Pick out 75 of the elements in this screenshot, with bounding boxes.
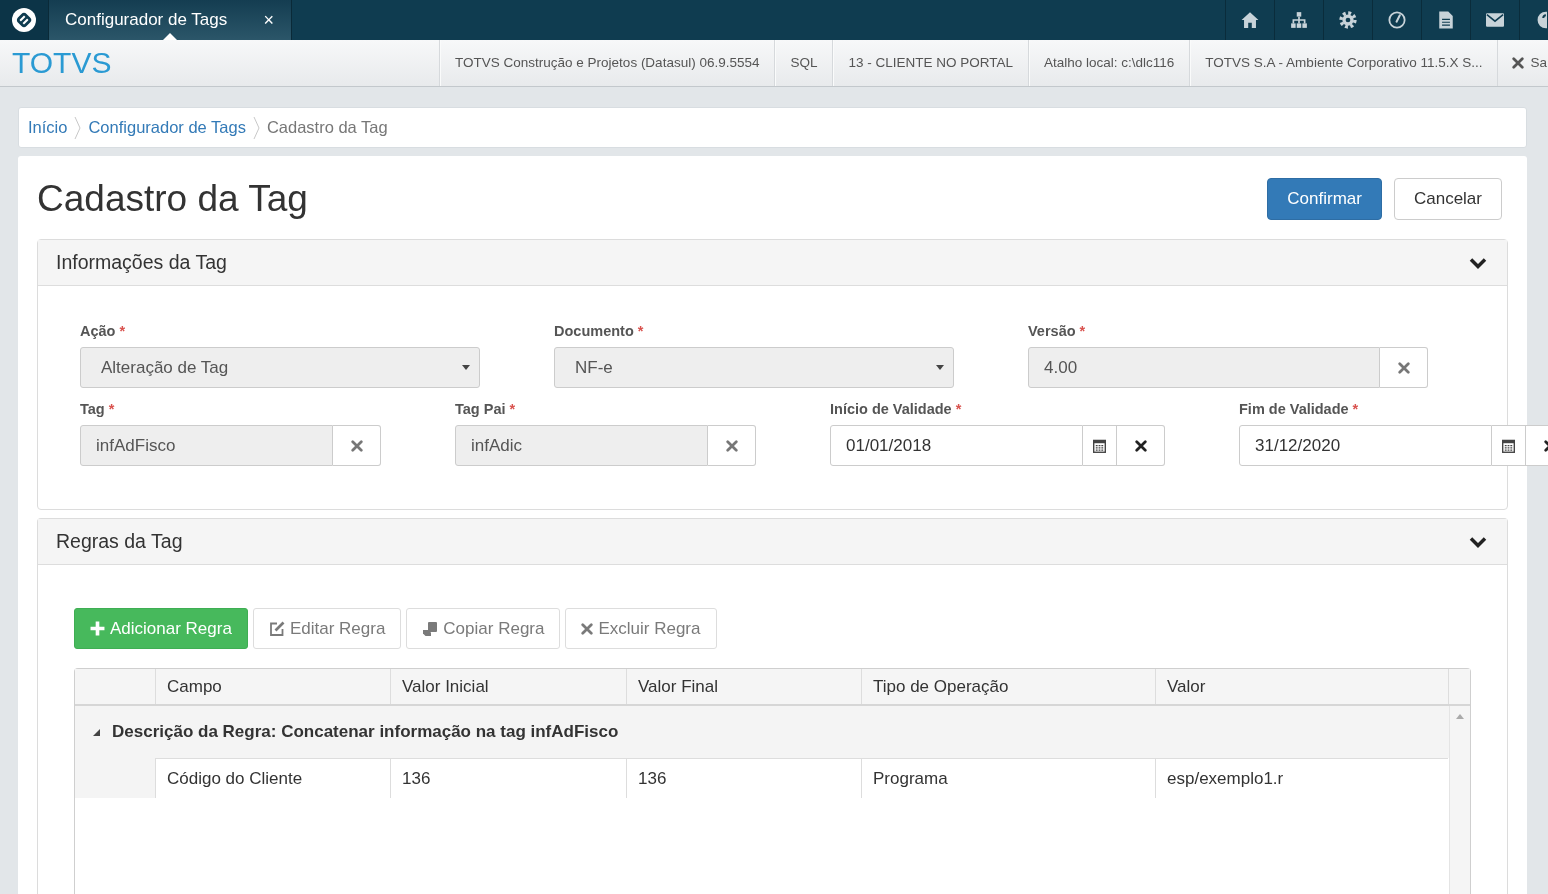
group-row[interactable]: Descrição da Regra: Concatenar informação na tag infAdFisco: [75, 706, 1449, 758]
calendar-button[interactable]: [1492, 425, 1526, 466]
field-label: Fim de Validade: [1239, 401, 1349, 417]
close-icon: [581, 622, 594, 635]
tab-close-button[interactable]: ×: [263, 11, 274, 29]
clear-button[interactable]: [1117, 425, 1165, 466]
scrollbar[interactable]: [1449, 706, 1470, 894]
home-icon[interactable]: [1241, 11, 1259, 29]
mail-icon[interactable]: [1486, 13, 1504, 27]
calendar-icon: [1093, 438, 1106, 453]
calendar-button[interactable]: [1083, 425, 1117, 466]
required-marker: *: [1079, 323, 1086, 339]
required-marker: *: [955, 401, 962, 417]
confirm-button[interactable]: Confirmar: [1267, 178, 1382, 220]
caret-down-icon: [462, 365, 470, 370]
close-icon: [350, 439, 363, 452]
triangle-down-icon[interactable]: [93, 728, 100, 736]
column-header[interactable]: Tipo de Operação: [861, 669, 1155, 704]
table-cell: 136: [390, 758, 626, 798]
field-label: Tag Pai: [455, 401, 506, 417]
table-cell: Programa: [861, 758, 1155, 798]
copy-icon: [422, 620, 439, 637]
required-marker: *: [1352, 401, 1359, 417]
caret-down-icon: [936, 365, 944, 370]
table-cell: Código do Cliente: [155, 758, 390, 798]
cancel-button[interactable]: Cancelar: [1393, 178, 1502, 220]
settings-icon[interactable]: [1339, 11, 1357, 29]
field-label: Tag: [80, 401, 105, 417]
header-info: Atalho local: c:\dlc116: [1044, 53, 1175, 72]
close-icon: [725, 439, 738, 452]
brand-name: TOTVS: [12, 48, 112, 78]
exit-button[interactable]: Sa: [1510, 52, 1548, 74]
separator-icon: [74, 115, 82, 140]
tab[interactable]: Configurador de Tags ×: [48, 0, 292, 40]
breadcrumb-link[interactable]: Configurador de Tags: [88, 115, 246, 140]
chevron-down-icon[interactable]: [1469, 535, 1487, 548]
close-icon: [1134, 439, 1147, 452]
chevron-down-icon[interactable]: [1469, 256, 1487, 269]
calendar-icon: [1502, 438, 1515, 453]
field-label: Versão: [1028, 323, 1076, 339]
logo-icon: [12, 8, 36, 32]
gauge-icon[interactable]: [1388, 11, 1406, 29]
field-label: Início de Validade: [830, 401, 952, 417]
edit-icon: [268, 620, 285, 637]
column-header[interactable]: Valor Inicial: [390, 669, 626, 704]
close-icon: [1512, 57, 1525, 69]
table-cell: 136: [626, 758, 861, 798]
table-cell: esp/exemplo1.r: [1155, 758, 1448, 798]
header-info: 13 - CLIENTE NO PORTAL: [848, 53, 1013, 72]
required-marker: *: [108, 401, 115, 417]
breadcrumb-current: Cadastro da Tag: [266, 117, 388, 139]
column-header[interactable]: Valor: [1155, 669, 1448, 704]
field-label: Ação: [80, 323, 116, 339]
header-info: TOTVS S.A - Ambiente Corporativo 11.5.X S...: [1205, 53, 1483, 72]
sitemap-icon[interactable]: [1290, 11, 1308, 29]
panel-header[interactable]: Regras da Tag: [38, 519, 1507, 565]
column-header[interactable]: Campo: [155, 669, 390, 704]
header-info: SQL: [790, 53, 818, 72]
required-marker: *: [119, 323, 126, 339]
breadcrumb-link[interactable]: Início: [28, 115, 68, 140]
column-header[interactable]: Valor Final: [626, 669, 861, 704]
date-field[interactable]: 31/12/2020: [1239, 425, 1492, 466]
panel-header[interactable]: Informações da Tag: [38, 240, 1507, 286]
header-info: TOTVS Construção e Projetos (Datasul) 06.9.5554: [455, 53, 760, 72]
date-field[interactable]: 01/01/2018: [830, 425, 1083, 466]
required-marker: *: [509, 401, 516, 417]
separator-icon: [252, 115, 260, 140]
document-icon[interactable]: [1438, 11, 1454, 29]
required-marker: *: [637, 323, 644, 339]
field-label: Documento: [554, 323, 634, 339]
close-icon: [1397, 361, 1410, 374]
pointer-icon: [163, 33, 177, 40]
plus-icon: [90, 621, 105, 636]
page-title: Cadastro da Tag: [37, 178, 308, 220]
help-icon[interactable]: [1537, 11, 1547, 29]
